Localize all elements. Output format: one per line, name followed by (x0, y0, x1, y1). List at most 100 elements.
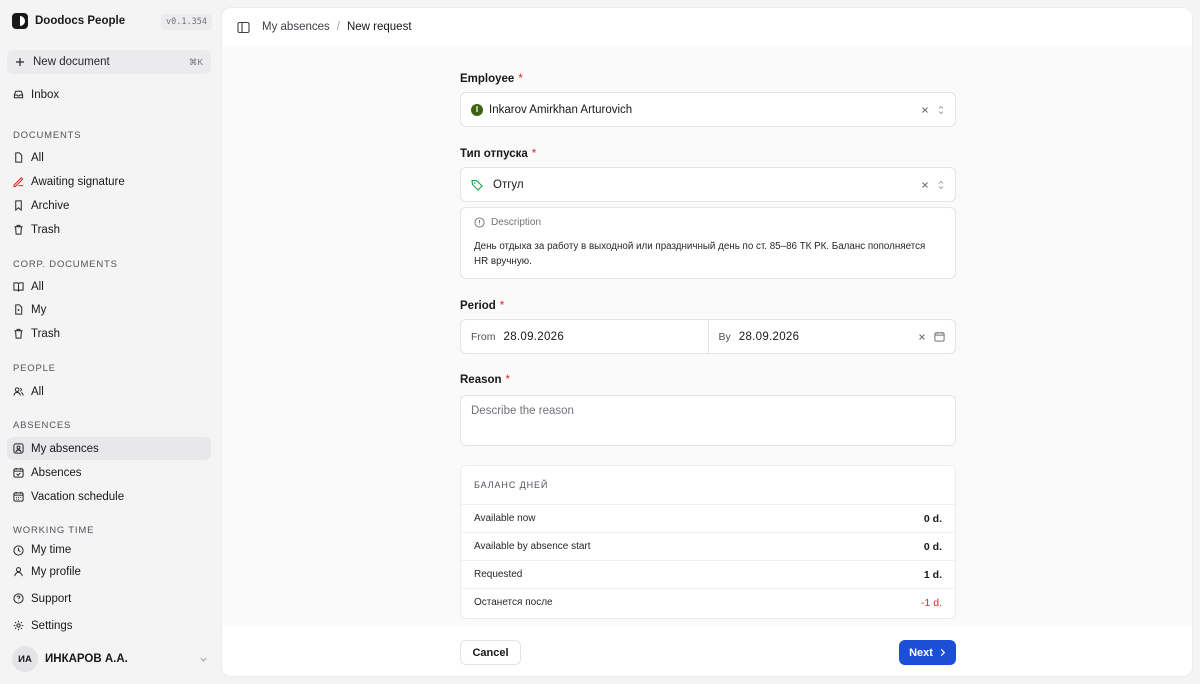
section-title-working-time: WORKING TIME (13, 525, 95, 536)
sidebar-item-my-profile[interactable]: My profile (7, 560, 211, 583)
balance-row-value: 1 d. (923, 568, 942, 581)
period-to-label: By (718, 330, 731, 343)
period-to-value: 28.09.2026 (738, 330, 800, 343)
section-title-documents: DOCUMENTS (13, 130, 82, 141)
chevrons-up-down-icon[interactable] (937, 105, 945, 115)
clear-icon[interactable] (918, 333, 926, 341)
new-document-button[interactable]: New document ⌘K (7, 50, 211, 74)
balance-row-value: 0 d. (923, 540, 942, 553)
calendar-check-icon (13, 467, 24, 478)
sidebar-item-documents-all[interactable]: All (7, 146, 211, 169)
reason-label: Reason * (460, 374, 511, 386)
sidebar-item-label: Support (31, 592, 72, 605)
employee-select[interactable]: I Inkarov Amirkhan Arturovich (460, 92, 956, 127)
clear-icon[interactable] (921, 106, 929, 114)
period-from-label: From (471, 330, 496, 343)
period-from-value: 28.09.2026 (503, 330, 565, 343)
user-icon (13, 443, 24, 454)
period-range-picker[interactable]: From 28.09.2026 By 28.09.2026 (460, 319, 956, 354)
file-icon (15, 152, 23, 163)
sidebar-item-absences[interactable]: Absences (7, 461, 211, 484)
breadcrumb-current: New request (346, 21, 412, 33)
sidebar-item-label: My absences (31, 442, 99, 455)
employee-initial-badge: I (471, 103, 483, 116)
user-name: ИНКАРОВ А.А. (45, 653, 128, 665)
topbar: My absences / New request (222, 8, 1192, 46)
user-menu[interactable]: ИА ИНКАРОВ А.А. (12, 646, 208, 672)
cancel-button[interactable]: Cancel (460, 640, 521, 665)
sidebar-item-label: Trash (31, 223, 60, 236)
sidebar-item-my-absences[interactable]: My absences (7, 437, 211, 460)
sidebar-item-corp-trash[interactable]: Trash (7, 322, 211, 345)
main-panel: My absences / New request Employee * I In… (221, 7, 1193, 677)
clear-icon[interactable] (921, 181, 929, 189)
sidebar-item-people-all[interactable]: All (7, 380, 211, 403)
sidebar-item-label: My profile (31, 565, 81, 578)
sidebar-item-awaiting-signature[interactable]: Awaiting signature (7, 170, 211, 193)
sidebar-item-settings[interactable]: Settings (7, 614, 211, 637)
info-icon (474, 217, 485, 228)
sidebar-item-vacation-schedule[interactable]: Vacation schedule (7, 485, 211, 508)
sidebar-item-label: Absences (31, 466, 82, 479)
balance-row: Available by absence start 0 d. (461, 532, 955, 560)
users-icon (13, 387, 24, 396)
breadcrumb-separator: / (336, 21, 340, 33)
book-icon (13, 282, 24, 292)
sidebar-item-inbox[interactable]: Inbox (7, 83, 211, 106)
clock-icon (13, 544, 24, 556)
new-document-label: New document (33, 56, 110, 68)
employee-value: Inkarov Amirkhan Arturovich (489, 103, 633, 116)
app-brand[interactable]: Doodocs People (12, 13, 125, 29)
signature-icon (13, 177, 24, 187)
balance-row-value: -1 d. (920, 596, 942, 609)
leave-type-value: Отгул (493, 178, 524, 191)
sidebar-item-corp-my[interactable]: My (7, 298, 211, 321)
chevrons-up-down-icon[interactable] (937, 180, 945, 190)
sidebar-item-label: Archive (31, 199, 70, 212)
sidebar-item-label: All (31, 151, 44, 164)
sidebar-item-label: Trash (31, 327, 60, 340)
leave-type-select[interactable]: Отгул (460, 167, 956, 202)
balance-row: Requested 1 d. (461, 560, 955, 588)
sidebar-item-archive[interactable]: Archive (7, 194, 211, 217)
description-label: Description (491, 217, 542, 228)
trash-icon (14, 224, 23, 235)
sidebar-item-label: All (31, 385, 44, 398)
balance-row: Available now 0 d. (461, 504, 955, 532)
tag-icon (471, 179, 483, 191)
days-balance-card: БАЛАНС ДНЕЙ Available now 0 d. Available… (460, 465, 956, 619)
sidebar-item-label: Inbox (31, 88, 60, 101)
sidebar-item-label: All (31, 280, 44, 293)
section-title-corp-documents: CORP. DOCUMENTS (13, 259, 118, 270)
sidebar-item-corp-all[interactable]: All (7, 275, 211, 298)
leave-type-label: Тип отпуска * (460, 148, 537, 160)
sidebar-item-label: Awaiting signature (31, 175, 125, 188)
sidebar-item-trash[interactable]: Trash (7, 218, 211, 241)
form-footer (222, 626, 1192, 676)
period-from-field[interactable]: From 28.09.2026 (461, 320, 708, 353)
help-circle-icon (13, 593, 24, 604)
sidebar-toggle-icon[interactable] (237, 21, 250, 34)
sidebar-item-support[interactable]: Support (7, 587, 211, 610)
calendar-icon (13, 491, 24, 502)
sidebar-item-my-time[interactable]: My time (7, 541, 211, 559)
gear-icon (13, 620, 24, 631)
employee-label: Employee * (460, 73, 523, 85)
chevron-right-icon (940, 648, 946, 657)
avatar: ИА (12, 646, 38, 672)
balance-row-label: Available by absence start (474, 541, 591, 552)
leave-type-description: Description День отдыха за работу в выхо… (460, 207, 956, 279)
next-button-label: Next (909, 646, 933, 659)
period-to-field[interactable]: By 28.09.2026 (707, 320, 956, 353)
next-button[interactable]: Next (899, 640, 956, 665)
chevron-down-icon (200, 657, 207, 662)
balance-row-value: 0 d. (923, 512, 942, 525)
balance-row-label: Available now (474, 513, 536, 524)
sidebar-item-label: My (31, 303, 47, 316)
breadcrumb-parent-link[interactable]: My absences (262, 21, 330, 33)
calendar-icon[interactable] (934, 331, 945, 342)
reason-textarea[interactable]: Describe the reason (460, 395, 956, 446)
balance-row-label: Останется после (474, 597, 553, 608)
app-name: Doodocs People (35, 15, 126, 27)
breadcrumb: My absences / New request (260, 21, 412, 33)
